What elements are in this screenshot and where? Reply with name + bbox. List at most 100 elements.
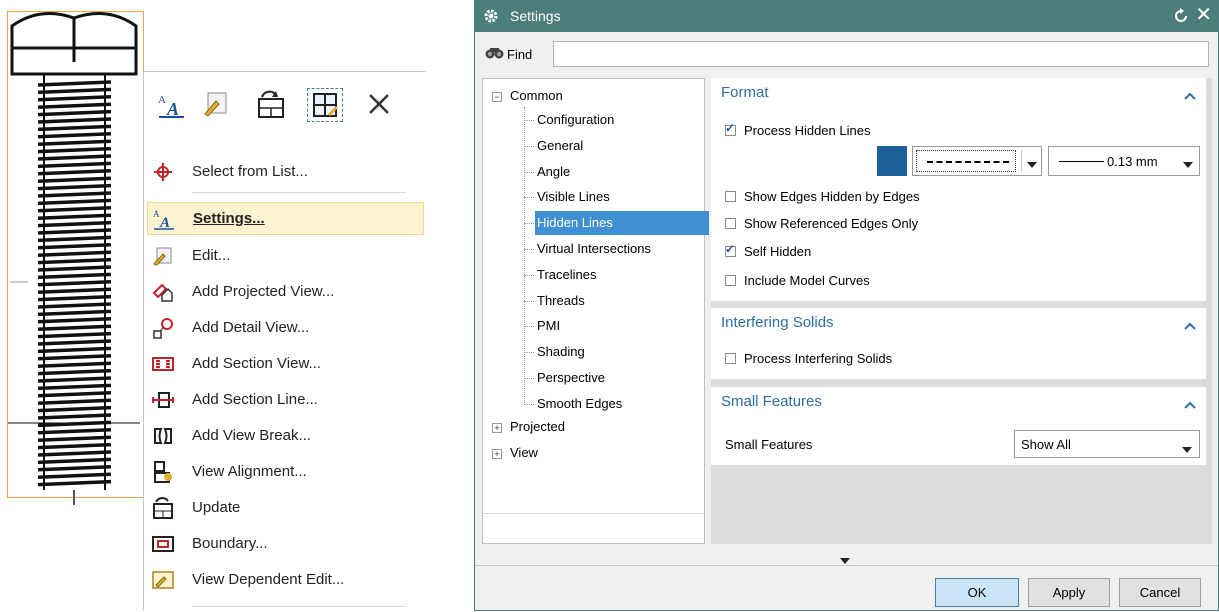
edit-icon[interactable] — [199, 88, 233, 120]
line-width-select[interactable]: 0.13 mm — [1048, 146, 1200, 176]
checkbox[interactable] — [725, 274, 736, 286]
tree-node-perspective[interactable]: Perspective — [535, 366, 609, 390]
line-color-swatch[interactable] — [877, 146, 907, 176]
settings-tree: − Common Configuration General Angle Visibl… — [482, 78, 709, 544]
svg-text:A: A — [153, 209, 160, 219]
menu-item-settings[interactable]: AA Settings... — [147, 202, 424, 235]
settings-panel: Format Process Hidden Lines 0.13 mm Show… — [711, 78, 1212, 544]
self-hidden-checkbox[interactable]: Self Hidden — [725, 241, 811, 261]
tree-connector — [524, 352, 534, 354]
collapse-icon[interactable]: − — [492, 92, 502, 102]
include-model-curves-checkbox[interactable]: Include Model Curves — [725, 270, 870, 290]
menu-item-label: Settings... — [193, 210, 265, 227]
ok-button[interactable]: OK — [935, 578, 1019, 607]
menu-item-label: View Dependent Edit... — [192, 571, 345, 588]
checkbox[interactable] — [725, 121, 736, 136]
small-features-select[interactable]: Show All — [1014, 430, 1200, 458]
dropdown-arrow-icon — [1182, 441, 1192, 456]
tree-node-shading[interactable]: Shading — [535, 340, 589, 364]
reset-icon[interactable] — [1172, 7, 1190, 28]
format-header[interactable]: Format — [721, 84, 769, 101]
section-line-icon — [152, 389, 174, 411]
tree-node-configuration[interactable]: Configuration — [535, 108, 618, 132]
checkbox[interactable] — [725, 217, 736, 229]
small-features-header[interactable]: Small Features — [721, 393, 822, 410]
tree-node-common[interactable]: Common — [510, 84, 563, 108]
checkbox[interactable] — [725, 352, 736, 364]
menu-item-view-alignment[interactable]: View Alignment... — [144, 455, 421, 488]
find-input[interactable] — [553, 41, 1209, 67]
tree-node-visible-lines[interactable]: Visible Lines — [535, 185, 614, 209]
dialog-titlebar[interactable]: Settings ✕ — [475, 1, 1218, 32]
find-row: Find — [481, 41, 1209, 69]
cancel-button[interactable]: Cancel — [1119, 578, 1201, 607]
tree-node-virtual-intersections[interactable]: Virtual Intersections — [535, 237, 655, 261]
close-icon[interactable] — [362, 88, 396, 120]
tree-node-hidden-lines[interactable]: Hidden Lines — [535, 211, 709, 236]
find-label: Find — [507, 47, 533, 62]
dropdown-arrow-icon — [1027, 156, 1037, 171]
checkbox[interactable] — [725, 190, 736, 202]
close-icon[interactable]: ✕ — [1195, 5, 1212, 25]
menu-item-edit[interactable]: Edit... — [144, 239, 421, 272]
expand-icon[interactable]: + — [492, 423, 502, 433]
menu-item-view-dependent-edit[interactable]: View Dependent Edit... — [144, 563, 421, 596]
line-width-preview — [1059, 161, 1104, 162]
process-interfering-checkbox[interactable]: Process Interfering Solids — [725, 348, 892, 368]
svg-text:A: A — [158, 94, 166, 106]
context-menu: AA Select from List... AA Settings... Ed… — [143, 71, 426, 611]
dialog-button-row: OK Apply Cancel — [475, 565, 1218, 612]
checkbox-label: Include Model Curves — [744, 272, 870, 288]
line-width-value: 0.13 mm — [1107, 154, 1158, 169]
tree-connector — [524, 120, 534, 121]
collapse-caret-icon[interactable] — [1184, 318, 1196, 333]
menu-item-select-from-list[interactable]: Select from List... — [144, 155, 421, 188]
show-referenced-edges-checkbox[interactable]: Show Referenced Edges Only — [725, 213, 918, 233]
tree-node-threads[interactable]: Threads — [535, 289, 589, 313]
checkbox[interactable] — [725, 242, 736, 257]
line-type-select[interactable] — [912, 146, 1042, 176]
settings-icon[interactable]: AA — [154, 88, 188, 120]
boundary-icon[interactable] — [307, 88, 343, 122]
menu-item-boundary[interactable]: Boundary... — [144, 527, 421, 560]
interfering-header[interactable]: Interfering Solids — [721, 314, 834, 331]
tree-connector — [524, 107, 525, 405]
update-icon[interactable] — [254, 88, 288, 120]
checkbox-label: Process Interfering Solids — [744, 350, 893, 366]
tree-node-view[interactable]: View — [510, 441, 538, 465]
tree-node-tracelines[interactable]: Tracelines — [535, 263, 600, 287]
collapse-caret-icon[interactable] — [1184, 88, 1196, 103]
update-icon — [152, 496, 174, 519]
tree-node-general[interactable]: General — [535, 134, 587, 158]
menu-item-add-section-view[interactable]: Add Section View... — [144, 347, 421, 380]
menu-item-add-detail-view[interactable]: Add Detail View... — [144, 311, 421, 344]
expand-icon[interactable]: + — [492, 449, 502, 459]
menu-item-label: Update — [192, 499, 241, 516]
collapse-caret-icon[interactable] — [1184, 397, 1196, 412]
tree-node-pmi[interactable]: PMI — [535, 314, 564, 338]
context-toolbar: AA — [144, 72, 427, 136]
tree-connector — [524, 249, 534, 250]
settings-dialog: Settings ✕ Find − Common Configuration Ge… — [474, 0, 1219, 611]
apply-button[interactable]: Apply — [1028, 578, 1110, 607]
small-features-label: Small Features — [725, 437, 813, 452]
menu-item-update[interactable]: Update — [144, 491, 421, 524]
show-edges-hidden-checkbox[interactable]: Show Edges Hidden by Edges — [725, 186, 920, 206]
menu-item-add-projected-view[interactable]: Add Projected View... — [144, 275, 421, 308]
checkbox-label: Show Referenced Edges Only — [744, 215, 919, 231]
projected-view-icon — [152, 281, 174, 303]
tree-node-angle[interactable]: Angle — [535, 160, 574, 184]
settings-icon: AA — [153, 208, 175, 230]
tree-node-smooth-edges[interactable]: Smooth Edges — [535, 392, 626, 416]
drawing-canvas[interactable]: AA Select from List... AA Settings... Ed… — [0, 0, 460, 611]
menu-item-add-view-break[interactable]: Add View Break... — [144, 419, 421, 452]
menu-item-add-section-line[interactable]: Add Section Line... — [144, 383, 421, 416]
menu-item-label: Add Section View... — [192, 355, 321, 372]
menu-item-label: View Alignment... — [192, 463, 307, 480]
select-from-list-icon — [152, 161, 174, 183]
checkbox-label: Show Edges Hidden by Edges — [744, 188, 920, 204]
dialog-title: Settings — [510, 8, 561, 24]
process-hidden-lines-checkbox[interactable]: Process Hidden Lines — [725, 120, 870, 140]
tree-node-projected[interactable]: Projected — [510, 415, 565, 439]
checkbox-label: Self Hidden — [744, 243, 812, 259]
